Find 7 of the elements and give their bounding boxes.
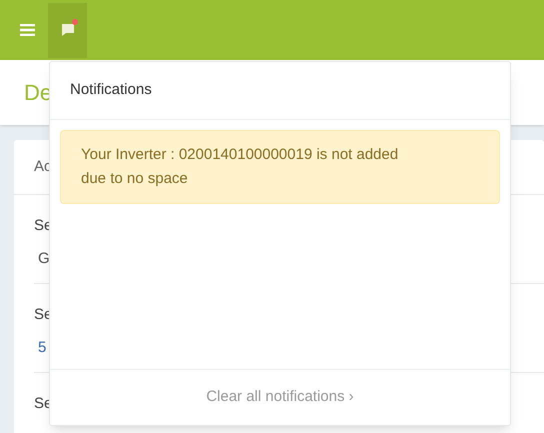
chat-icon <box>60 23 74 37</box>
menu-icon <box>20 24 34 36</box>
notification-text: Your Inverter : 0200140100000019 is not added due to no space <box>81 145 400 189</box>
field-value[interactable]: 5 <box>38 336 46 360</box>
notifications-button[interactable] <box>48 2 87 58</box>
field-value[interactable]: G <box>38 248 50 270</box>
dropdown-title: Notifications <box>70 80 152 100</box>
